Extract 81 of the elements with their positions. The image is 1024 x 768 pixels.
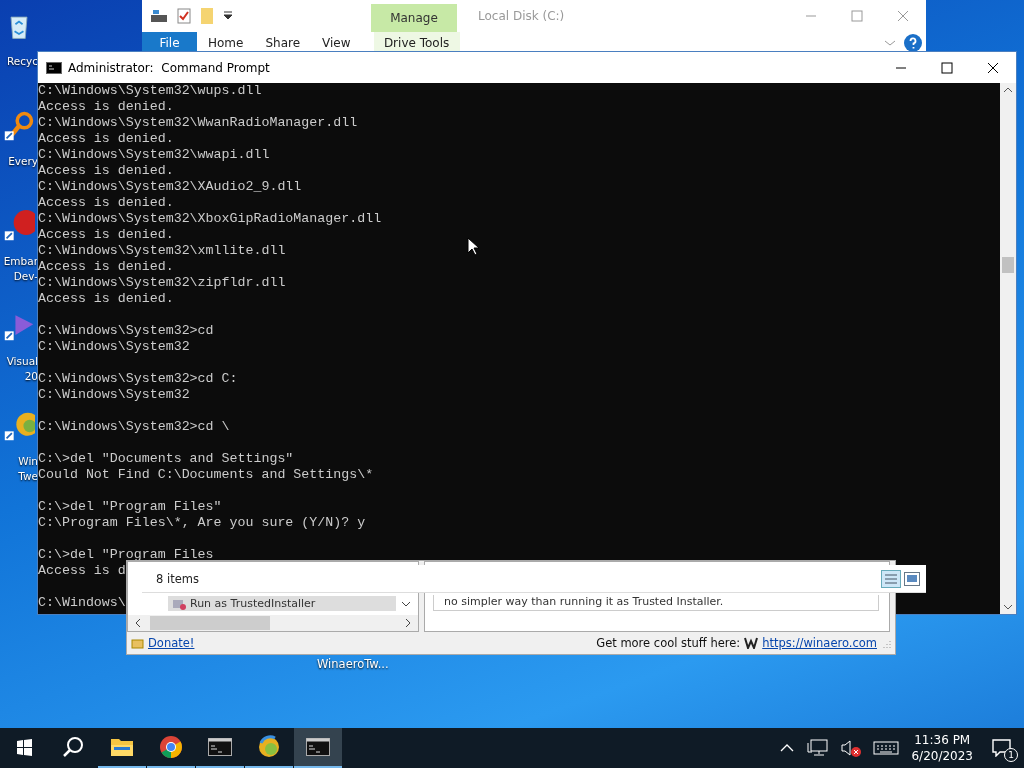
console-line: Access is denied. xyxy=(38,291,174,307)
notification-button[interactable]: 1 xyxy=(980,728,1024,768)
tree-item[interactable]: Run as TrustedInstaller xyxy=(168,596,396,611)
keyboard-icon[interactable] xyxy=(873,740,900,756)
icon-label: Dev- xyxy=(13,270,38,282)
console-line: C:\Windows\System32\WwanRadioManager.dll xyxy=(38,115,358,131)
icon-label: WinaeroTw... xyxy=(317,657,389,671)
shortcut-icon[interactable] xyxy=(3,210,35,242)
console-icon xyxy=(208,738,232,756)
window-title: Administrator: Command Prompt xyxy=(68,60,270,75)
volume-muted-icon[interactable] xyxy=(840,739,863,757)
icon-label: Visual xyxy=(6,354,38,369)
console-icon xyxy=(306,738,330,756)
item-count: 8 items xyxy=(156,571,199,586)
console-line: C:\Program Files\*, Are you sure (Y/N)? y xyxy=(38,515,366,531)
dropdown-icon[interactable] xyxy=(223,11,233,21)
console-line: C:\Windows\System32\zipfldr.dll xyxy=(38,275,286,291)
file-tab[interactable]: File xyxy=(142,32,197,54)
notification-count: 1 xyxy=(1004,748,1018,762)
window-title: Local Disk (C:) xyxy=(478,9,566,23)
console-line: Could Not Find C:\Documents and Settings\* xyxy=(38,467,374,483)
scroll-thumb[interactable] xyxy=(1002,257,1014,273)
details-view-icon[interactable] xyxy=(881,569,901,588)
thumbnails-view-icon[interactable] xyxy=(904,571,920,586)
console-line: C:\Windows\System32 xyxy=(38,387,190,403)
console-line: C:\Windows\System32\wups.dll xyxy=(38,83,262,99)
shortcut-icon[interactable] xyxy=(3,410,35,442)
console-line: C:\Windows\System32\XAudio2_9.dll xyxy=(38,179,302,195)
gift-icon xyxy=(131,637,144,649)
icon-label: Recyc xyxy=(6,54,38,69)
mouse-pointer-icon xyxy=(467,237,479,256)
console-line: C:\>del "Documents and Settings" xyxy=(38,451,294,467)
console-line: C:\Windows\System32\xmllite.dll xyxy=(38,243,286,259)
chevron-icon[interactable] xyxy=(884,38,896,48)
icon-label: Every xyxy=(8,154,38,169)
context-label: Manage xyxy=(390,11,438,25)
console-line: Access is denied. xyxy=(38,99,174,115)
description-text: no simpler way than running it as Trusted Installer. xyxy=(433,595,879,611)
tweaker-icon xyxy=(257,735,281,759)
console-line: C:\Windows\System32>cd C: xyxy=(38,371,238,387)
console-line: C:\Windows\ xyxy=(38,595,126,611)
console-line: Access is denied. xyxy=(38,163,174,179)
icon-label: 20 xyxy=(24,369,38,382)
taskbar-app[interactable] xyxy=(294,728,342,768)
console-line: C:\Windows\System32>cd xyxy=(38,323,214,339)
shortcut-icon[interactable] xyxy=(3,110,35,142)
network-icon[interactable] xyxy=(807,739,830,757)
promo-text: Get more cool stuff here: xyxy=(596,636,741,650)
console-line: C:\Windows\System32\XboxGipRadioManager.dll xyxy=(38,211,382,227)
shield-icon xyxy=(172,597,186,610)
notification-icon xyxy=(992,739,1012,757)
folder-icon xyxy=(110,736,134,758)
scroll-thumb[interactable] xyxy=(150,616,270,630)
clock[interactable]: 11:36 PM 6/20/2023 xyxy=(905,732,979,764)
console-line: C:\Windows\System32>cd \ xyxy=(38,419,230,435)
console-line: Access is denied. xyxy=(38,259,174,274)
ribbon-tab[interactable]: View xyxy=(311,32,362,54)
console-line: C:\>del "Program Files xyxy=(38,547,214,563)
icon-label: Twe xyxy=(18,470,38,484)
console-line: C:\>del "Program Files" xyxy=(38,499,222,515)
help-icon[interactable] xyxy=(904,34,922,52)
ribbon-tab[interactable]: Share xyxy=(254,32,312,54)
console-icon xyxy=(46,61,62,74)
scrollbar[interactable] xyxy=(128,615,418,631)
console-line: Access is d xyxy=(38,563,126,579)
drive-icon[interactable] xyxy=(150,9,168,23)
console-line: Access is denied. xyxy=(38,131,174,147)
donate-link[interactable]: Donate! xyxy=(148,636,195,650)
console-line: C:\Windows\System32 xyxy=(38,339,190,355)
ribbon-tab[interactable]: Home xyxy=(197,32,255,54)
website-link[interactable]: https://winaero.com xyxy=(762,636,877,650)
properties-icon[interactable] xyxy=(177,8,191,24)
resize-grip-icon xyxy=(881,638,891,648)
icon-label: Embar xyxy=(3,254,38,269)
console-line: Access is denied. xyxy=(38,227,174,243)
console-line: C:\Windows\System32\wwapi.dll xyxy=(38,147,270,163)
scrollbar[interactable] xyxy=(1000,83,1016,614)
console-line: Access is denied. xyxy=(38,195,174,211)
winaero-logo-icon xyxy=(744,637,759,649)
icon-label: Win xyxy=(18,455,38,469)
browser-icon xyxy=(159,735,183,759)
